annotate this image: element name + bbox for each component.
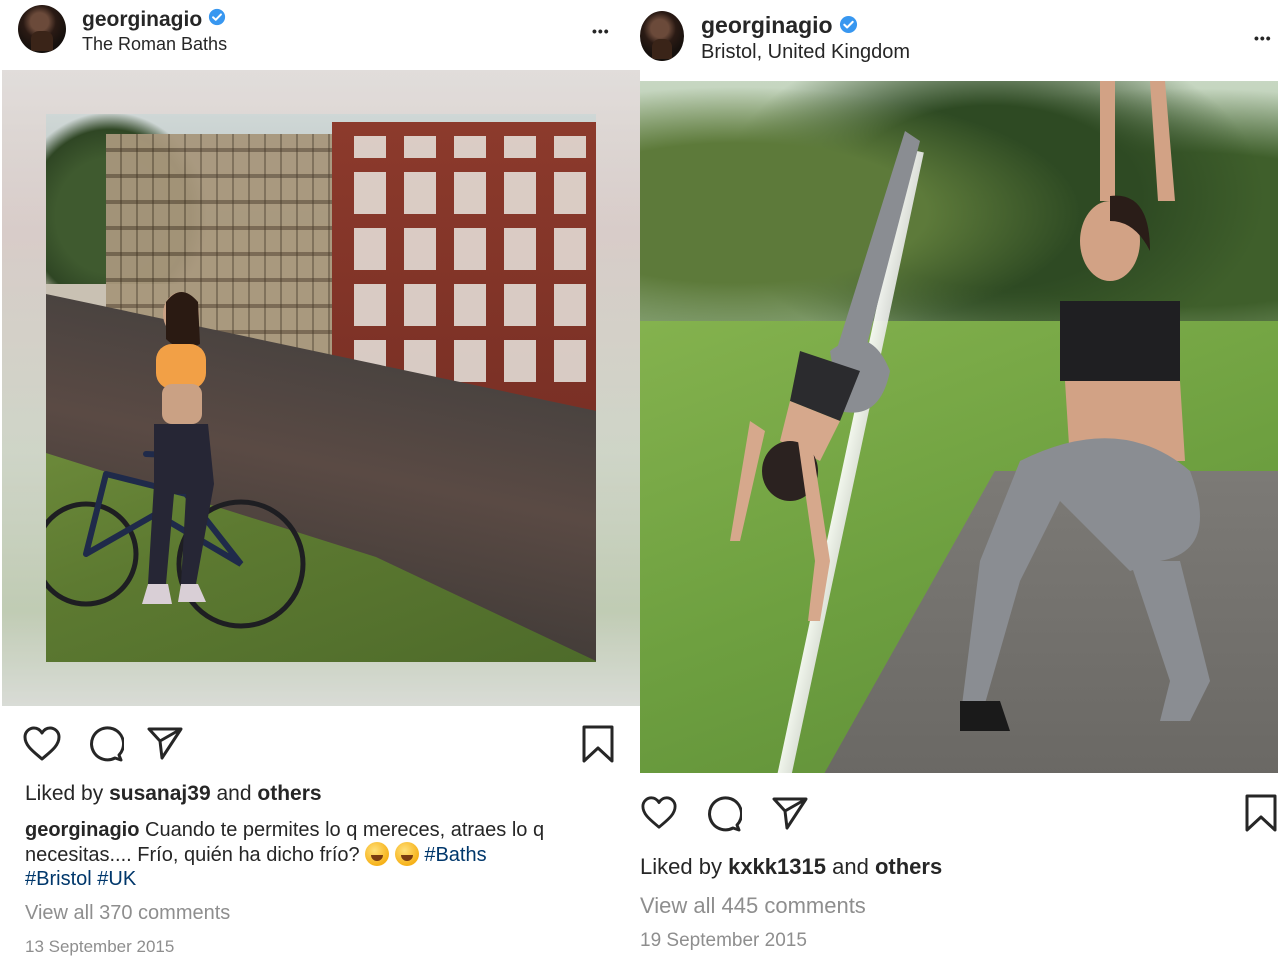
likes-summary: Liked by kxkk1315 and others: [640, 854, 942, 880]
liked-by-user-link[interactable]: kxkk1315: [728, 854, 826, 879]
caption-text-2: necesitas.... Frío, quién ha dicho frío?: [25, 844, 360, 866]
instagram-post-left: georginagio The Roman Baths ••• Liked by…: [0, 0, 640, 960]
more-options-button[interactable]: •••: [1254, 31, 1272, 45]
username[interactable]: georginagio: [82, 8, 202, 31]
likes-others-link[interactable]: others: [257, 782, 321, 805]
post-image[interactable]: [640, 81, 1278, 773]
paper-plane-icon[interactable]: [146, 725, 184, 761]
image-woman-handstand: [730, 131, 920, 621]
location[interactable]: The Roman Baths: [82, 34, 227, 55]
avatar[interactable]: [18, 5, 66, 53]
username-row: georginagio: [701, 12, 858, 40]
more-options-button[interactable]: •••: [592, 24, 610, 38]
likes-others-link[interactable]: others: [875, 854, 942, 879]
likes-summary: Liked by susanaj39 and others: [25, 782, 322, 806]
bookmark-icon[interactable]: [1243, 793, 1279, 833]
likes-and: and: [832, 854, 869, 879]
bookmark-icon[interactable]: [580, 724, 616, 764]
heart-icon[interactable]: [22, 725, 62, 763]
image-woman: [142, 292, 214, 604]
image-woman-lunge: [960, 81, 1210, 731]
view-comments-link[interactable]: View all 445 comments: [640, 893, 866, 919]
caption-line-2: necesitas.... Frío, quién ha dicho frío?…: [25, 842, 625, 867]
avatar[interactable]: [640, 11, 684, 61]
comment-icon[interactable]: [86, 725, 124, 763]
caption-line-1: georginagio Cuando te permites lo q mere…: [25, 818, 625, 842]
post-date: 13 September 2015: [25, 937, 175, 956]
post-image[interactable]: [46, 114, 596, 662]
verified-badge-icon: [839, 13, 858, 40]
hashtag-link[interactable]: #Baths: [424, 844, 486, 866]
view-comments-link[interactable]: View all 370 comments: [25, 902, 230, 925]
caption-line-3: #Bristol #UK: [25, 867, 625, 891]
verified-badge-icon: [208, 8, 226, 32]
likes-and: and: [216, 782, 252, 805]
paper-plane-icon[interactable]: [770, 795, 810, 831]
liked-by-user-link[interactable]: susanaj39: [109, 782, 211, 805]
username-row: georginagio: [82, 8, 226, 32]
likes-prefix: Liked by: [25, 782, 104, 805]
post-date: 19 September 2015: [640, 930, 807, 951]
hashtag-link[interactable]: #UK: [97, 868, 136, 890]
instagram-post-right: georginagio Bristol, United Kingdom •••: [640, 0, 1280, 960]
tears-of-joy-emoji-icon: [365, 842, 390, 866]
likes-prefix: Liked by: [640, 854, 722, 879]
username[interactable]: georginagio: [701, 12, 833, 38]
hashtag-link[interactable]: #Bristol: [25, 868, 92, 890]
comment-icon[interactable]: [704, 795, 742, 833]
grinning-sweat-emoji-icon: [394, 842, 419, 866]
post-caption: georginagio Cuando te permites lo q mere…: [25, 818, 625, 891]
caption-username[interactable]: georginagio: [25, 819, 139, 841]
location[interactable]: Bristol, United Kingdom: [701, 41, 910, 64]
heart-icon[interactable]: [640, 795, 678, 831]
caption-text-1: Cuando te permites lo q mereces, atraes …: [145, 819, 545, 841]
